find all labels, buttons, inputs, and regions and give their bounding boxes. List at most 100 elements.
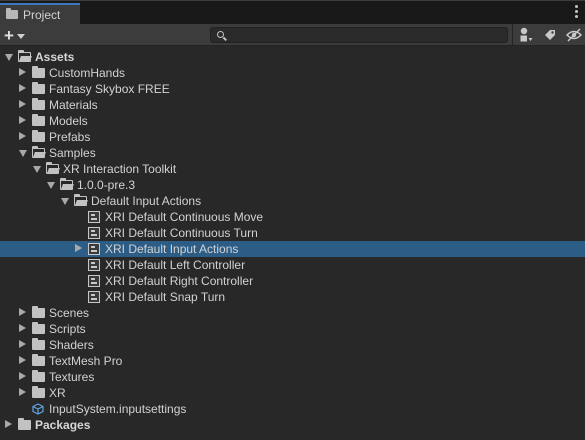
tree-item-label: XRI Default Continuous Turn <box>105 226 258 240</box>
search-input[interactable] <box>229 28 499 42</box>
tree-item-textmesh-pro[interactable]: TextMesh Pro <box>0 353 585 369</box>
tree-item-materials[interactable]: Materials <box>0 97 585 113</box>
tree-item-label: XRI Default Continuous Move <box>105 210 264 224</box>
tree-item-label: Textures <box>49 370 95 384</box>
tree-item-textures[interactable]: Textures <box>0 369 585 385</box>
tree-item-xri-default-left-controller[interactable]: XRI Default Left Controller <box>0 257 585 273</box>
window-tab-bar: Project <box>0 0 585 24</box>
expand-arrow-down-icon[interactable] <box>47 182 55 189</box>
tree-item-label: Shaders <box>49 338 94 352</box>
tree-item-label: Models <box>49 114 88 128</box>
expand-arrow-right-icon[interactable] <box>19 68 26 76</box>
input-actions-asset-icon <box>88 243 100 255</box>
folder-icon <box>32 66 45 78</box>
tree-item-label: CustomHands <box>49 66 126 80</box>
tree-item-label: Fantasy Skybox FREE <box>49 82 170 96</box>
open-folder-icon <box>59 177 73 190</box>
input-action-map-icon <box>88 227 100 239</box>
toolbar-divider <box>512 24 513 46</box>
tree-item-assets[interactable]: Assets <box>0 49 585 65</box>
expand-arrow-right-icon[interactable] <box>19 356 26 364</box>
project-tree: Assets CustomHands Fantasy Skybox FREE Mate… <box>0 48 585 440</box>
tab-title: Project <box>23 7 61 22</box>
tree-item-label: Prefabs <box>49 130 91 144</box>
folder-icon <box>32 306 45 318</box>
expand-arrow-down-icon[interactable] <box>61 198 69 205</box>
expand-arrow-right-icon[interactable] <box>19 388 26 396</box>
input-action-map-icon <box>88 291 100 303</box>
tree-item-label: InputSystem.inputsettings <box>49 402 187 416</box>
folder-icon <box>32 354 45 366</box>
tree-item-shaders[interactable]: Shaders <box>0 337 585 353</box>
expand-arrow-right-icon[interactable] <box>19 324 26 332</box>
tree-item-packages[interactable]: Packages <box>0 417 585 433</box>
chevron-down-icon <box>16 33 25 39</box>
tree-item-xr-interaction-toolkit[interactable]: XR Interaction Toolkit <box>0 161 585 177</box>
tree-item-label: XRI Default Snap Turn <box>105 290 226 304</box>
tree-item-samples[interactable]: Samples <box>0 145 585 161</box>
tree-item-models[interactable]: Models <box>0 113 585 129</box>
tree-item-label: XRI Default Input Actions <box>105 242 239 256</box>
open-folder-icon <box>31 145 45 158</box>
tree-item-default-input-actions[interactable]: Default Input Actions <box>0 193 585 209</box>
filter-by-label-icon[interactable] <box>540 26 560 44</box>
filter-by-type-icon[interactable] <box>516 26 536 44</box>
tree-item-label: Scripts <box>49 322 86 336</box>
folder-icon <box>32 386 45 398</box>
folder-icon <box>6 8 18 19</box>
open-folder-icon <box>17 49 31 62</box>
tree-item-label: Packages <box>35 418 91 432</box>
tree-item-fantasy-skybox-free[interactable]: Fantasy Skybox FREE <box>0 81 585 97</box>
expand-arrow-right-icon[interactable] <box>19 372 26 380</box>
tree-item-label: Scenes <box>49 306 90 320</box>
search-field[interactable] <box>210 27 508 43</box>
expand-arrow-down-icon[interactable] <box>5 54 13 61</box>
tree-item-xri-default-continuous-move[interactable]: XRI Default Continuous Move <box>0 209 585 225</box>
tree-item-1-0-0-pre-3[interactable]: 1.0.0-pre.3 <box>0 177 585 193</box>
tab-project[interactable]: Project <box>0 3 80 24</box>
tree-item-label: XRI Default Left Controller <box>105 258 246 272</box>
folder-icon <box>32 322 45 334</box>
tree-item-scripts[interactable]: Scripts <box>0 321 585 337</box>
hidden-packages-icon[interactable] <box>564 26 584 44</box>
expand-arrow-right-icon[interactable] <box>19 100 26 108</box>
tree-item-label: XR Interaction Toolkit <box>63 162 177 176</box>
tree-item-label: Materials <box>49 98 98 112</box>
tree-item-label: XR <box>49 386 66 400</box>
expand-arrow-down-icon[interactable] <box>33 166 41 173</box>
input-settings-icon <box>32 403 44 415</box>
expand-arrow-right-icon[interactable] <box>5 420 12 428</box>
open-folder-icon <box>45 161 59 174</box>
tree-item-label: Samples <box>49 146 96 160</box>
tree-item-prefabs[interactable]: Prefabs <box>0 129 585 145</box>
tree-item-scenes[interactable]: Scenes <box>0 305 585 321</box>
tree-item-xri-default-continuous-turn[interactable]: XRI Default Continuous Turn <box>0 225 585 241</box>
expand-arrow-down-icon[interactable] <box>19 150 27 157</box>
folder-icon <box>32 338 45 350</box>
expand-arrow-right-icon[interactable] <box>19 340 26 348</box>
tree-item-label: 1.0.0-pre.3 <box>77 178 136 192</box>
tree-item-xri-default-snap-turn[interactable]: XRI Default Snap Turn <box>0 289 585 305</box>
expand-arrow-right-icon[interactable] <box>19 308 26 316</box>
tree-item-label: TextMesh Pro <box>49 354 123 368</box>
expand-arrow-right-icon[interactable] <box>75 244 82 252</box>
tree-item-inputsystem-inputsettings[interactable]: InputSystem.inputsettings <box>0 401 585 417</box>
expand-arrow-right-icon[interactable] <box>19 84 26 92</box>
search-icon <box>217 31 224 38</box>
tree-item-customhands[interactable]: CustomHands <box>0 65 585 81</box>
input-action-map-icon <box>88 211 100 223</box>
create-button[interactable]: + <box>4 25 34 45</box>
expand-arrow-right-icon[interactable] <box>19 132 26 140</box>
project-toolbar: + <box>0 24 585 46</box>
tree-item-xr[interactable]: XR <box>0 385 585 401</box>
folder-icon <box>32 130 45 142</box>
tree-item-xri-default-input-actions[interactable]: XRI Default Input Actions <box>0 241 585 257</box>
tab-bar-divider <box>0 0 585 1</box>
expand-arrow-right-icon[interactable] <box>19 116 26 124</box>
tree-item-label: Default Input Actions <box>91 194 202 208</box>
tree-item-label: Assets <box>35 50 75 64</box>
window-menu-icon[interactable] <box>575 5 579 18</box>
tree-item-xri-default-right-controller[interactable]: XRI Default Right Controller <box>0 273 585 289</box>
plus-icon: + <box>4 25 14 45</box>
folder-icon <box>18 418 31 430</box>
